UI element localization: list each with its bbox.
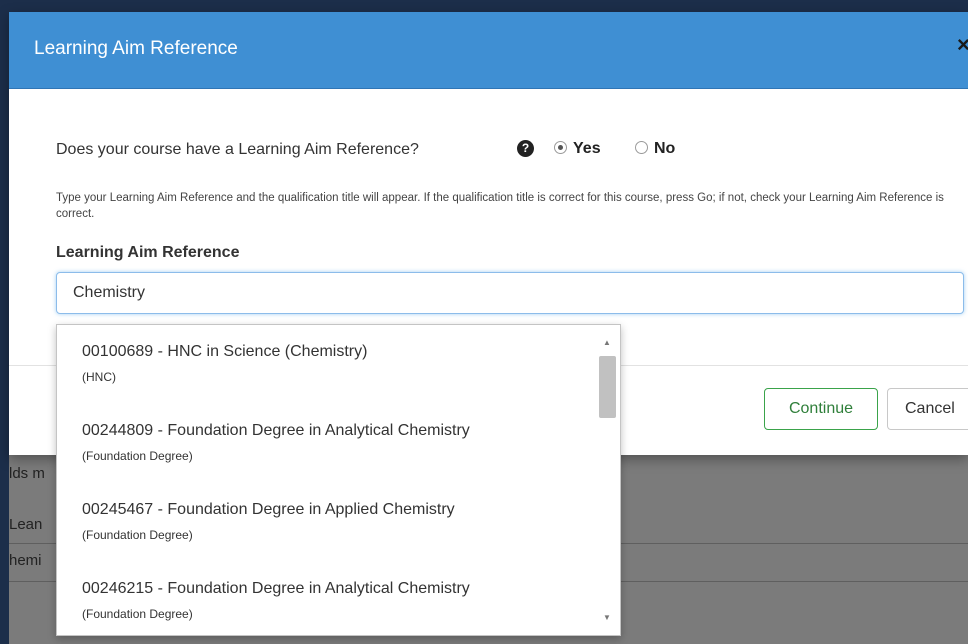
autocomplete-option[interactable]: 00244809 - Foundation Degree in Analytic… <box>82 421 470 464</box>
option-title: 00246215 - Foundation Degree in Analytic… <box>82 580 470 597</box>
lar-question: Does your course have a Learning Aim Ref… <box>56 141 419 158</box>
autocomplete-option[interactable]: 00100689 - HNC in Science (Chemistry) (H… <box>82 342 367 385</box>
scroll-down-arrow-icon[interactable]: ▼ <box>603 614 611 622</box>
background-text-fragment: hemi <box>9 552 42 569</box>
cancel-button[interactable]: Cancel <box>887 388 968 430</box>
option-title: 00245467 - Foundation Degree in Applied … <box>82 501 455 518</box>
radio-yes[interactable] <box>554 141 567 154</box>
option-type: (Foundation Degree) <box>82 607 193 621</box>
scroll-thumb[interactable] <box>599 356 616 418</box>
modal-title: Learning Aim Reference <box>34 38 238 59</box>
autocomplete-dropdown: 00100689 - HNC in Science (Chemistry) (H… <box>56 324 621 636</box>
background-text-fragment: Lean <box>9 516 43 533</box>
lar-field-label: Learning Aim Reference <box>56 244 240 261</box>
continue-button[interactable]: Continue <box>764 388 878 430</box>
radio-yes-label[interactable]: Yes <box>573 140 601 158</box>
option-title: 00100689 - HNC in Science (Chemistry) <box>82 343 368 360</box>
lar-instructions: Type your Learning Aim Reference and the… <box>56 192 944 220</box>
question-circle-icon[interactable]: ? <box>517 140 534 157</box>
background-text-fragment: lds m <box>9 465 45 482</box>
autocomplete-option[interactable]: 00245467 - Foundation Degree in Applied … <box>82 500 455 543</box>
radio-no[interactable] <box>635 141 648 154</box>
close-icon[interactable]: × <box>957 34 968 56</box>
option-type: (Foundation Degree) <box>82 528 193 542</box>
autocomplete-option[interactable]: 00246215 - Foundation Degree in Analytic… <box>82 579 470 622</box>
option-type: (HNC) <box>82 370 116 384</box>
window-frame-left <box>0 0 9 644</box>
radio-no-label[interactable]: No <box>654 140 675 158</box>
window-frame-top <box>0 0 968 12</box>
option-title: 00244809 - Foundation Degree in Analytic… <box>82 422 470 439</box>
scroll-up-arrow-icon[interactable]: ▲ <box>603 339 611 347</box>
option-type: (Foundation Degree) <box>82 449 193 463</box>
modal-header: Learning Aim Reference × <box>9 12 968 89</box>
dropdown-scrollbar[interactable]: ▲ ▼ <box>595 325 620 635</box>
lar-search-input[interactable] <box>56 272 964 314</box>
